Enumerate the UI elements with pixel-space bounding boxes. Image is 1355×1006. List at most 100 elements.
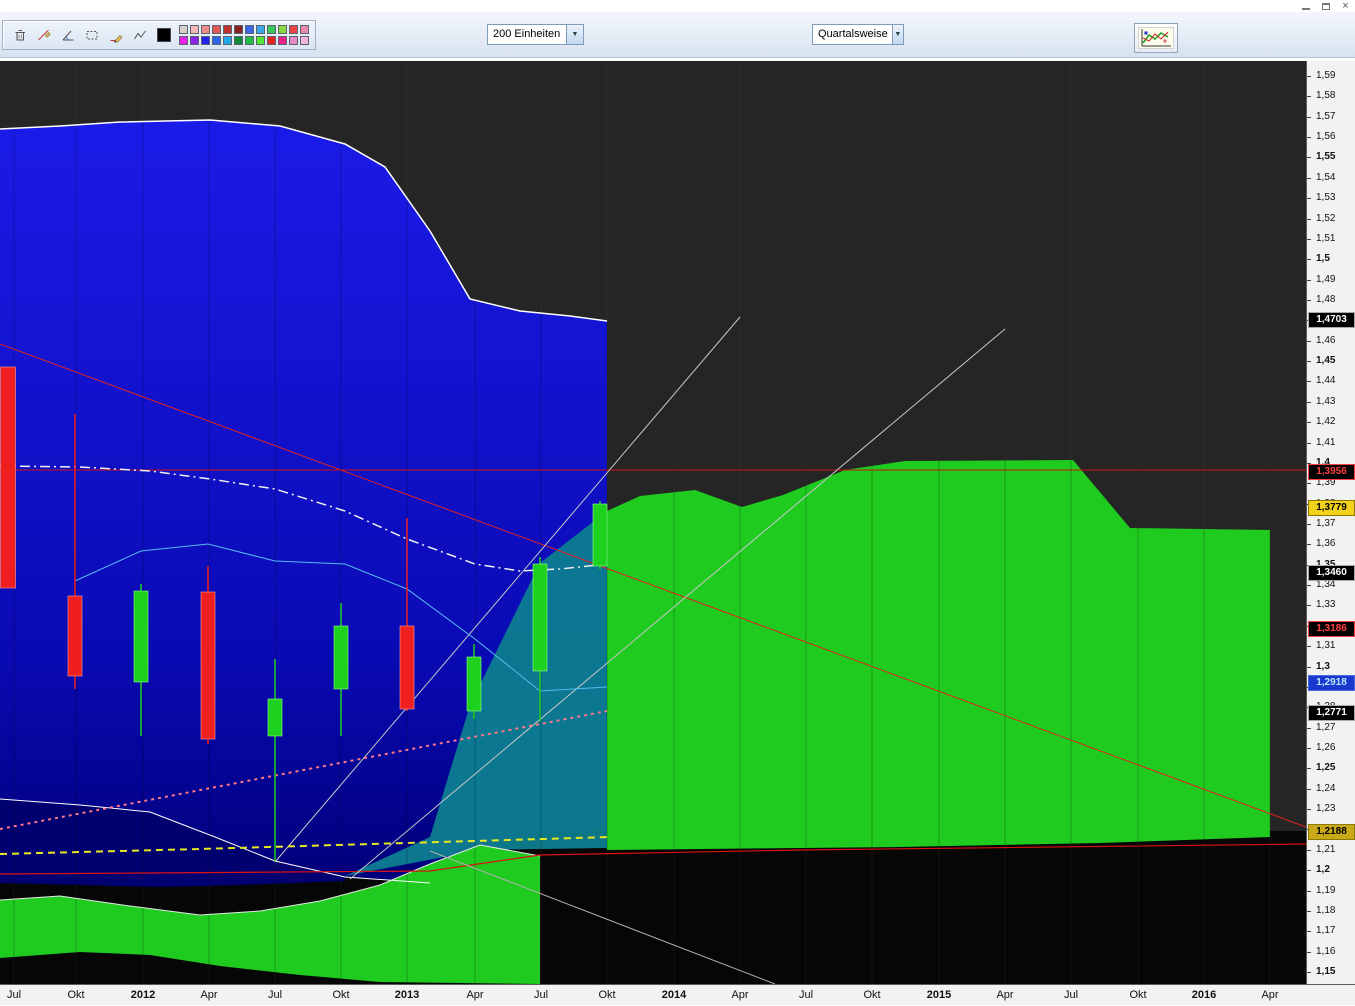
price-axis[interactable]: 1,59 1,58 1,57 1,56 1,55 1,54 1,53 1,52 1,51 1,5 1… — [1306, 61, 1355, 984]
price-tickmark — [1307, 341, 1311, 342]
period-dropdown[interactable]: Quartalsweise ▼ — [812, 24, 904, 45]
price-tickmark — [1307, 646, 1311, 647]
time-tick-label: 2013 — [394, 989, 420, 1001]
price-tickmark — [1307, 239, 1311, 240]
price-tickmark — [1307, 748, 1311, 749]
chevron-down-icon[interactable]: ▼ — [566, 25, 583, 44]
chevron-down-icon[interactable]: ▼ — [891, 25, 903, 44]
candle-body — [466, 656, 482, 712]
candle-body — [200, 591, 216, 740]
restore-button[interactable] — [1319, 1, 1332, 12]
price-tickmark — [1307, 768, 1311, 769]
color-swatch[interactable] — [256, 36, 265, 45]
color-swatch[interactable] — [267, 36, 276, 45]
time-tick-label: Apr — [1261, 989, 1279, 1001]
color-swatch[interactable] — [201, 36, 210, 45]
color-swatch[interactable] — [179, 25, 188, 34]
candle-body — [67, 595, 83, 677]
indicator-settings-button[interactable] — [1134, 23, 1178, 53]
color-swatch[interactable] — [245, 25, 254, 34]
chart-canvas[interactable] — [0, 61, 1306, 984]
period-dropdown-value: Quartalsweise — [818, 28, 888, 40]
time-tick-label: Okt — [863, 989, 881, 1001]
color-swatch[interactable] — [212, 36, 221, 45]
time-tick-label: Jul — [6, 989, 22, 1001]
candle-body — [399, 625, 415, 710]
color-swatch[interactable] — [223, 25, 232, 34]
color-swatch[interactable] — [212, 25, 221, 34]
color-swatch[interactable] — [267, 25, 276, 34]
color-swatch[interactable] — [201, 25, 210, 34]
color-swatch[interactable] — [190, 36, 199, 45]
pencil-icon — [110, 35, 123, 43]
close-button[interactable]: × — [1339, 1, 1352, 12]
color-swatch[interactable] — [278, 36, 287, 45]
color-swatch[interactable] — [300, 36, 309, 45]
color-swatch[interactable] — [289, 36, 298, 45]
price-tickmark — [1307, 789, 1311, 790]
price-tick-label: 1,49 — [1316, 274, 1336, 285]
draw-trendline-button[interactable] — [33, 24, 55, 46]
toolbar: 200 Einheiten ▼ Quartalsweise ▼ — [0, 12, 1355, 58]
drawing-tools — [9, 24, 151, 46]
color-swatch[interactable] — [245, 36, 254, 45]
candle-body — [0, 366, 16, 589]
time-tick-label: 2015 — [926, 989, 952, 1001]
price-tick-label: 1,51 — [1316, 233, 1336, 244]
units-dropdown[interactable]: 200 Einheiten ▼ — [487, 24, 584, 45]
price-tickmark — [1307, 117, 1311, 118]
candle-body — [333, 625, 349, 690]
price-tick-label: 1,57 — [1316, 111, 1336, 122]
price-tickmark — [1307, 402, 1311, 403]
price-tick-label: 1,3 — [1316, 661, 1330, 672]
price-tick-label: 1,2 — [1316, 864, 1330, 875]
price-tickmark — [1307, 76, 1311, 77]
color-palette — [179, 25, 309, 45]
price-tickmark — [1307, 137, 1311, 138]
time-tick-label: Apr — [731, 989, 749, 1001]
color-swatch[interactable] — [190, 25, 199, 34]
color-swatch[interactable] — [289, 25, 298, 34]
draw-polyline-button[interactable] — [129, 24, 151, 46]
price-tickmark — [1307, 952, 1311, 953]
candle-body — [592, 503, 608, 567]
price-tickmark — [1307, 850, 1311, 851]
draw-angle-button[interactable] — [57, 24, 79, 46]
draw-rectangle-button[interactable] — [81, 24, 103, 46]
color-swatch[interactable] — [256, 25, 265, 34]
draw-freehand-button[interactable] — [105, 24, 127, 46]
time-axis[interactable]: Jul Okt 2012 Apr Jul Okt 2013 Apr Jul Okt 2014 Apr J… — [0, 984, 1355, 1005]
time-tick-label: 2014 — [661, 989, 687, 1001]
color-swatch[interactable] — [179, 36, 188, 45]
color-swatch[interactable] — [223, 36, 232, 45]
price-tick-label: 1,18 — [1316, 905, 1336, 916]
price-marker-badge: 1,3460 — [1308, 565, 1355, 581]
price-tickmark — [1307, 96, 1311, 97]
price-tickmark — [1307, 259, 1311, 260]
current-color-swatch[interactable] — [157, 28, 171, 42]
color-swatch[interactable] — [300, 25, 309, 34]
app-window: × 200 Einheiten ▼ Quartalsweise ▼ 1,59 1… — [0, 0, 1355, 1005]
price-tick-label: 1,31 — [1316, 640, 1336, 651]
price-tickmark — [1307, 728, 1311, 729]
price-tickmark — [1307, 891, 1311, 892]
color-swatch[interactable] — [234, 36, 243, 45]
price-tickmark — [1307, 544, 1311, 545]
time-tick-label: Apr — [200, 989, 218, 1001]
window-controls: × — [1299, 0, 1352, 12]
titlebar: × — [0, 0, 1355, 12]
rectangle-icon — [86, 31, 98, 40]
color-swatch[interactable] — [234, 25, 243, 34]
delete-drawing-button[interactable] — [9, 24, 31, 46]
price-tickmark — [1307, 219, 1311, 220]
price-tick-label: 1,24 — [1316, 783, 1336, 794]
price-tickmark — [1307, 667, 1311, 668]
price-marker-badge: 1,3956 — [1308, 464, 1355, 480]
price-tickmark — [1307, 483, 1311, 484]
candle-body — [267, 698, 283, 737]
time-tick-label: Okt — [332, 989, 350, 1001]
time-tick-label: Okt — [67, 989, 85, 1001]
minimize-button[interactable] — [1299, 1, 1312, 12]
color-swatch[interactable] — [278, 25, 287, 34]
price-tickmark — [1307, 198, 1311, 199]
